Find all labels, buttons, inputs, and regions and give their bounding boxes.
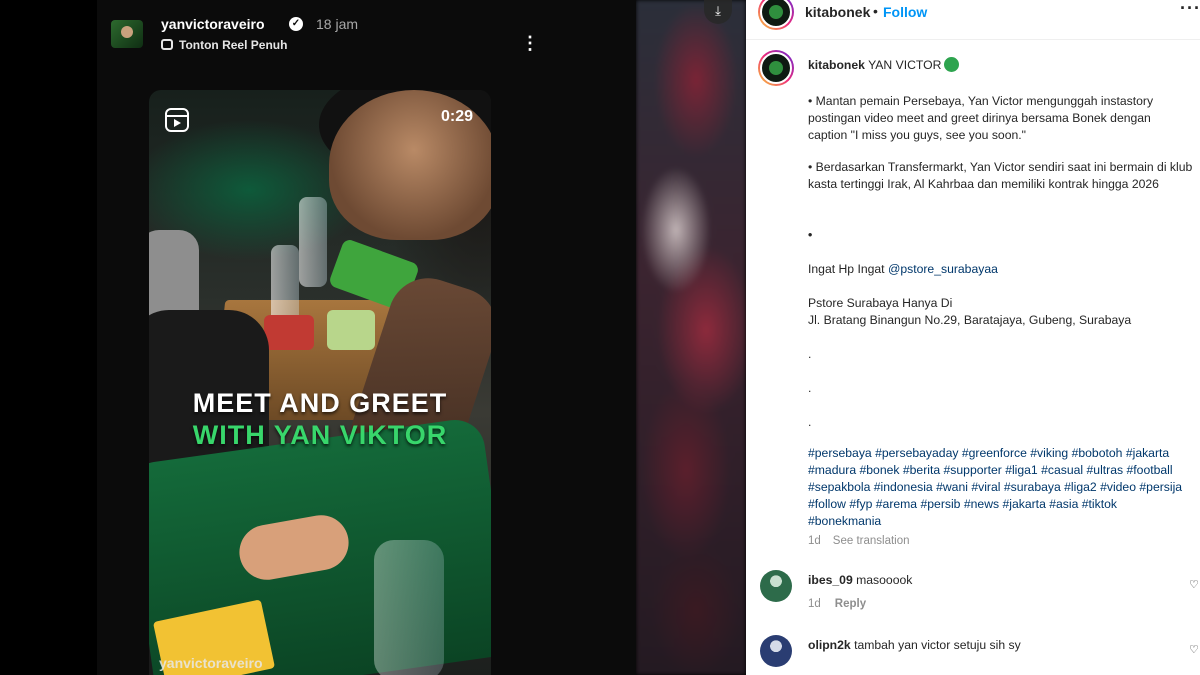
hashtag-link[interactable]: #berita [903,463,940,477]
story-time: 18 jam [316,16,359,32]
hashtag-link[interactable]: #wani [936,480,968,494]
caption-dot: . [808,415,812,429]
story-header: yanvictoraveiro ✓ 18 jam Tonton Reel Pen… [111,14,539,54]
caption-dot: . [808,347,812,361]
post-username[interactable]: kitabonek [805,4,870,20]
caption-bullet: • [808,228,813,242]
comment-age: 1d [808,598,821,610]
hashtag-link[interactable]: #persija [1139,480,1182,494]
hashtag-link[interactable]: #jakarta [1002,497,1045,511]
hashtag-link[interactable]: #football [1127,463,1173,477]
comment-text: olipn2k tambah yan victor setuju sih sy [808,638,1021,652]
comment-item: ibes_09 masooook 1d Reply ♡ [746,568,1200,628]
watch-full-reel-link[interactable]: Tonton Reel Penuh [161,38,287,52]
story-frame: yanvictoraveiro ✓ 18 jam Tonton Reel Pen… [97,0,636,675]
comment-text: ibes_09 masooook [808,573,912,587]
separator-dot: • [873,3,878,19]
watch-full-reel-label: Tonton Reel Penuh [179,38,288,52]
store-line-1: Pstore Surabaya Hanya Di [808,296,953,310]
caption-ingat-line: Ingat Hp Ingat @pstore_surabayaa [808,261,1193,278]
comment-meta: 1d Reply [808,598,866,610]
hashtag-link[interactable]: #liga1 [1005,463,1038,477]
caption-avatar[interactable] [758,50,794,86]
caption-title: kitabonek YAN VICTOR [808,57,1193,74]
more-options-icon[interactable]: ⋮ [521,34,539,52]
post-panel: kitabonek • Follow ··· kitabonek YAN VIC… [746,0,1200,675]
hashtag-link[interactable]: #fyp [849,497,872,511]
hashtag-link[interactable]: #arema [876,497,917,511]
hashtag-link[interactable]: #tiktok [1082,497,1117,511]
hashtag-link[interactable]: #bonekmania [808,514,881,528]
comment-body: masooook [856,573,913,587]
hashtag-link[interactable]: #video [1100,480,1136,494]
see-translation-link[interactable]: See translation [833,535,910,547]
hashtag-link[interactable]: #madura [808,463,856,477]
verified-badge-icon: ✓ [289,17,303,31]
hashtag-link[interactable]: #jakarta [1126,446,1169,460]
hashtag-link[interactable]: #persib [920,497,960,511]
video-scene-cup [264,315,314,350]
hashtag-link[interactable]: #persebaya [808,446,872,460]
caption-dot: . [808,381,812,395]
mention-link[interactable]: @pstore_surabayaa [888,262,998,276]
video-overlay-title: MEET AND GREET [192,388,448,418]
hashtag-link[interactable]: #ultras [1087,463,1124,477]
reel-icon [161,39,173,50]
hashtag-link[interactable]: #casual [1041,463,1083,477]
hashtag-link[interactable]: #supporter [944,463,1002,477]
hashtag-link[interactable]: #asia [1049,497,1078,511]
comment-item: olipn2k tambah yan victor setuju sih sy … [746,633,1200,675]
video-watermark: yanvictoraveiro [159,655,263,671]
caption-ingat-text: Ingat Hp Ingat [808,262,888,276]
blurred-background [636,0,746,675]
video-scene-bottle [271,245,299,325]
hashtag-link[interactable]: #surabaya [1004,480,1061,494]
reel-icon [165,108,189,132]
video-duration: 0:29 [440,108,473,125]
heart-icon[interactable]: ♡ [1189,578,1200,591]
hashtag-link[interactable]: #follow [808,497,846,511]
hashtag-list: #persebaya #persebayaday #greenforce #vi… [808,445,1193,530]
heart-icon[interactable]: ♡ [1189,643,1200,656]
video-scene-cup [327,310,375,350]
hashtag-link[interactable]: #viking [1030,446,1068,460]
story-username[interactable]: yanvictoraveiro [161,16,265,32]
hashtag-link[interactable]: #news [964,497,999,511]
video-scene-bottle [299,197,327,287]
caption-meta: 1d See translation [808,535,910,547]
caption-title-text: YAN VICTOR [868,58,942,72]
hashtag-link[interactable]: #indonesia [874,480,933,494]
comment-username[interactable]: ibes_09 [808,573,853,587]
media-area: ⤓ yanvictoraveiro ✓ 18 jam Tonton Reel P… [0,0,746,675]
hashtag-link[interactable]: #bonek [860,463,900,477]
store-line-2: Jl. Bratang Binangun No.29, Baratajaya, … [808,313,1132,327]
avatar[interactable] [760,570,792,602]
hashtag-link[interactable]: #sepakbola [808,480,870,494]
hashtag-link[interactable]: #bobotoh [1072,446,1123,460]
caption-age: 1d [808,535,821,547]
hashtag-link[interactable]: #viral [971,480,1000,494]
video-scene-bottle [374,540,444,675]
caption-paragraph-1: • Mantan pemain Persebaya, Yan Victor me… [808,94,1154,142]
hashtag-link[interactable]: #greenforce [962,446,1027,460]
video-overlay-subtitle: WITH YAN VIKTOR [192,420,448,450]
post-header: kitabonek • Follow ··· [746,0,1200,40]
avatar[interactable] [760,635,792,667]
reply-button[interactable]: Reply [835,598,866,610]
reel-video[interactable]: 0:29 MEET AND GREET WITH YAN VIKTOR yanv… [149,90,491,675]
caption-username[interactable]: kitabonek [808,58,865,72]
green-circle-icon [944,57,960,72]
avatar[interactable] [758,0,794,30]
hashtag-link[interactable]: #liga2 [1064,480,1097,494]
follow-button[interactable]: Follow [883,4,927,20]
caption-paragraph-2: • Berdasarkan Transfermarkt, Yan Victor … [808,160,1193,191]
more-options-icon[interactable]: ··· [1180,0,1200,19]
story-avatar[interactable] [111,20,143,48]
comment-username[interactable]: olipn2k [808,638,851,652]
hashtag-link[interactable]: #persebayaday [875,446,958,460]
comment-body: tambah yan victor setuju sih sy [854,638,1021,652]
